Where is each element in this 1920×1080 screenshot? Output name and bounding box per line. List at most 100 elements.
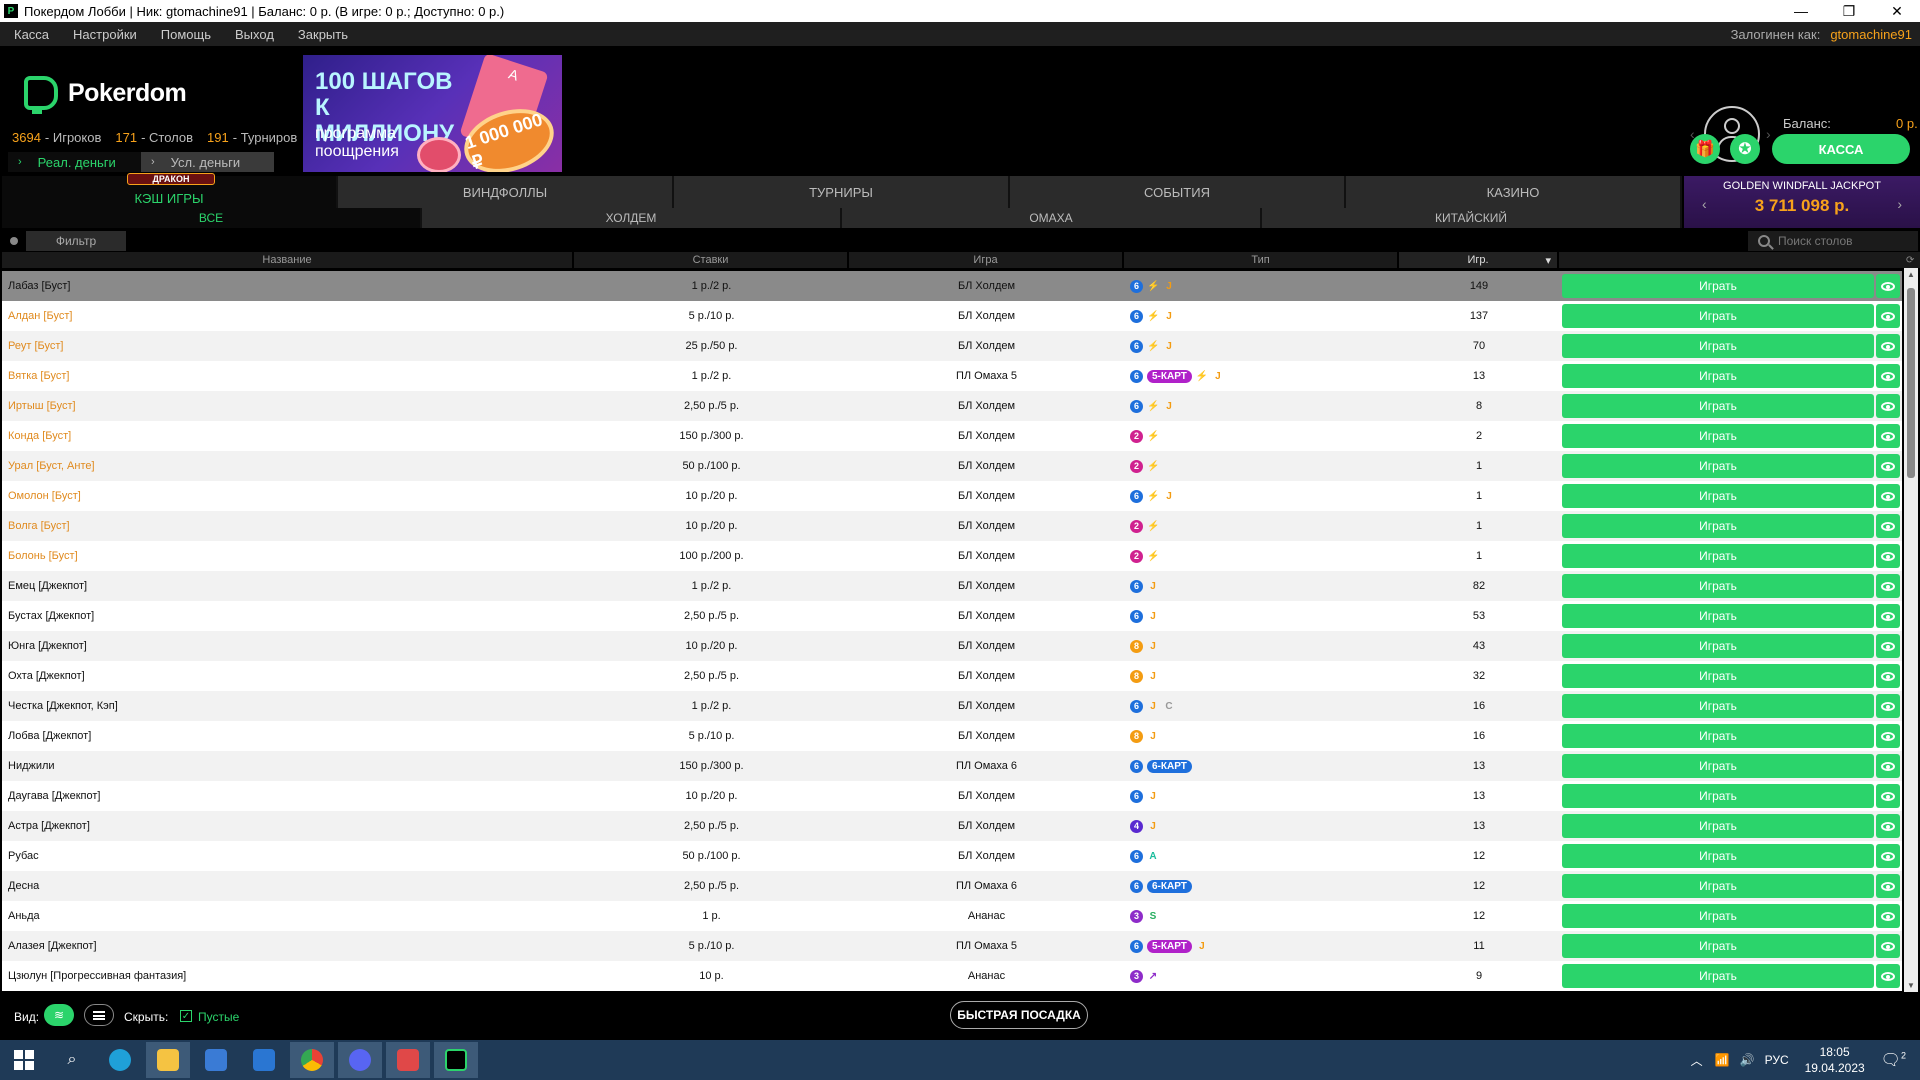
watch-button[interactable] bbox=[1876, 424, 1900, 448]
watch-button[interactable] bbox=[1876, 514, 1900, 538]
watch-button[interactable] bbox=[1876, 364, 1900, 388]
tab-cash-games[interactable]: ДРАКОН КЭШ ИГРЫ bbox=[2, 173, 338, 208]
play-button[interactable]: Играть bbox=[1562, 634, 1874, 658]
view-stack-button[interactable]: ≋ bbox=[44, 1004, 74, 1026]
play-button[interactable]: Играть bbox=[1562, 904, 1874, 928]
menu-item-help[interactable]: Помощь bbox=[161, 27, 211, 42]
menu-item-cashier[interactable]: Касса bbox=[14, 27, 49, 42]
volume-icon[interactable]: 🔊 bbox=[1740, 1053, 1755, 1067]
watch-button[interactable] bbox=[1876, 934, 1900, 958]
language-indicator[interactable]: РУС bbox=[1765, 1053, 1789, 1067]
table-row[interactable]: Лобва [Джекпот] 5 р./10 р. БЛ Холдем 8 J 16 Иг… bbox=[2, 721, 1902, 751]
menu-item-settings[interactable]: Настройки bbox=[73, 27, 137, 42]
table-row[interactable]: Десна 2,50 р./5 р. ПЛ Омаха 6 6 6-КАРТ 12 Игра… bbox=[2, 871, 1902, 901]
table-row[interactable]: Алдан [Буст] 5 р./10 р. БЛ Холдем 6 ⚡ J 137 Игр… bbox=[2, 301, 1902, 331]
tab-chinese[interactable]: КИТАЙСКИЙ bbox=[1262, 208, 1682, 228]
scroll-up-icon[interactable]: ▲ bbox=[1907, 270, 1915, 279]
table-row[interactable]: Ниджили 150 р./300 р. ПЛ Омаха 6 6 6-КАРТ 13 И… bbox=[2, 751, 1902, 781]
hide-empty-checkbox[interactable]: ✓ bbox=[180, 1010, 192, 1022]
jackpot-next-arrow[interactable]: › bbox=[1897, 196, 1902, 212]
play-button[interactable]: Играть bbox=[1562, 544, 1874, 568]
promo-banner[interactable]: 100 ШАГОВ К МИЛЛИОНУ программа поощрения… bbox=[303, 55, 562, 172]
tab-real-money[interactable]: › Реал. деньги bbox=[8, 152, 141, 172]
menu-item-close[interactable]: Закрыть bbox=[298, 27, 348, 42]
play-button[interactable]: Играть bbox=[1562, 934, 1874, 958]
watch-button[interactable] bbox=[1876, 484, 1900, 508]
start-button[interactable] bbox=[2, 1042, 46, 1078]
clock[interactable]: 18:05 19.04.2023 bbox=[1805, 1044, 1865, 1076]
play-button[interactable]: Играть bbox=[1562, 364, 1874, 388]
table-row[interactable]: Бустах [Джекпот] 2,50 р./5 р. БЛ Холдем 6 J 5… bbox=[2, 601, 1902, 631]
column-game[interactable]: Игра bbox=[849, 252, 1124, 268]
scroll-down-icon[interactable]: ▼ bbox=[1907, 981, 1915, 990]
tab-casino[interactable]: КАЗИНО bbox=[1346, 176, 1682, 208]
watch-button[interactable] bbox=[1876, 574, 1900, 598]
play-button[interactable]: Играть bbox=[1562, 574, 1874, 598]
close-window-button[interactable]: ✕ bbox=[1874, 0, 1920, 22]
table-row[interactable]: Алазея [Джекпот] 5 р./10 р. ПЛ Омаха 5 6 5-К… bbox=[2, 931, 1902, 961]
taskbar-pokerdom[interactable] bbox=[434, 1042, 478, 1078]
watch-button[interactable] bbox=[1876, 874, 1900, 898]
play-button[interactable]: Играть bbox=[1562, 664, 1874, 688]
chevron-up-icon[interactable]: ︿ bbox=[1691, 1052, 1703, 1069]
table-row[interactable]: Реут [Буст] 25 р./50 р. БЛ Холдем 6 ⚡ J 70 Игра… bbox=[2, 331, 1902, 361]
table-row[interactable]: Рубас 50 р./100 р. БЛ Холдем 6 A 12 Играть bbox=[2, 841, 1902, 871]
play-button[interactable]: Играть bbox=[1562, 844, 1874, 868]
watch-button[interactable] bbox=[1876, 694, 1900, 718]
watch-button[interactable] bbox=[1876, 844, 1900, 868]
tab-tournaments[interactable]: ТУРНИРЫ bbox=[674, 176, 1010, 208]
minimize-button[interactable]: — bbox=[1778, 0, 1824, 22]
watch-button[interactable] bbox=[1876, 544, 1900, 568]
watch-button[interactable] bbox=[1876, 274, 1900, 298]
table-row[interactable]: Вятка [Буст] 1 р./2 р. ПЛ Омаха 5 6 5-КАРТ ⚡ J… bbox=[2, 361, 1902, 391]
play-button[interactable]: Играть bbox=[1562, 604, 1874, 628]
taskbar-edge[interactable] bbox=[98, 1042, 142, 1078]
play-button[interactable]: Играть bbox=[1562, 814, 1874, 838]
watch-button[interactable] bbox=[1876, 754, 1900, 778]
menu-item-logout[interactable]: Выход bbox=[235, 27, 274, 42]
play-button[interactable]: Играть bbox=[1562, 394, 1874, 418]
cashier-button[interactable]: КАССА bbox=[1772, 134, 1910, 164]
column-players[interactable]: Игр. ▾ bbox=[1399, 252, 1559, 268]
refresh-icon[interactable]: ⟳ bbox=[1906, 252, 1920, 268]
play-button[interactable]: Играть bbox=[1562, 724, 1874, 748]
table-row[interactable]: Лабаз [Буст] 1 р./2 р. БЛ Холдем 6 ⚡ J 149 Игра… bbox=[2, 271, 1902, 301]
restore-button[interactable]: ❐ bbox=[1826, 0, 1872, 22]
table-row[interactable]: Даугава [Джекпот] 10 р./20 р. БЛ Холдем 6 J 1… bbox=[2, 781, 1902, 811]
table-scrollbar[interactable]: ▲ ▼ bbox=[1904, 268, 1918, 992]
taskbar-search-button[interactable]: ⌕ bbox=[50, 1042, 94, 1078]
watch-button[interactable] bbox=[1876, 784, 1900, 808]
watch-button[interactable] bbox=[1876, 604, 1900, 628]
avatar-next-arrow[interactable]: › bbox=[1766, 126, 1771, 142]
notifications-icon[interactable]: 🗨2 bbox=[1881, 1050, 1906, 1070]
table-row[interactable]: Юнга [Джекпот] 10 р./20 р. БЛ Холдем 8 J 43 Иг… bbox=[2, 631, 1902, 661]
play-button[interactable]: Играть bbox=[1562, 874, 1874, 898]
column-stakes[interactable]: Ставки bbox=[574, 252, 849, 268]
column-name[interactable]: Название bbox=[2, 252, 574, 268]
taskbar-video-app[interactable] bbox=[386, 1042, 430, 1078]
column-type[interactable]: Тип bbox=[1124, 252, 1399, 268]
play-button[interactable]: Играть bbox=[1562, 274, 1874, 298]
watch-button[interactable] bbox=[1876, 394, 1900, 418]
table-row[interactable]: Болонь [Буст] 100 р./200 р. БЛ Холдем 2 ⚡ 1 Иг… bbox=[2, 541, 1902, 571]
table-row[interactable]: Охта [Джекпот] 2,50 р./5 р. БЛ Холдем 8 J 32 И… bbox=[2, 661, 1902, 691]
play-button[interactable]: Играть bbox=[1562, 964, 1874, 988]
watch-button[interactable] bbox=[1876, 334, 1900, 358]
taskbar-mail[interactable] bbox=[242, 1042, 286, 1078]
tab-events[interactable]: СОБЫТИЯ bbox=[1010, 176, 1346, 208]
table-row[interactable]: Аньда 1 р. Ананас 3 S 12 Играть bbox=[2, 901, 1902, 931]
bonus-button[interactable]: ✪ bbox=[1730, 134, 1760, 164]
table-row[interactable]: Честка [Джекпот, Кэп] 1 р./2 р. БЛ Холдем 6… bbox=[2, 691, 1902, 721]
table-row[interactable]: Омолон [Буст] 10 р./20 р. БЛ Холдем 6 ⚡ J 1 Игр… bbox=[2, 481, 1902, 511]
play-button[interactable]: Играть bbox=[1562, 334, 1874, 358]
taskbar-explorer[interactable] bbox=[146, 1042, 190, 1078]
play-button[interactable]: Играть bbox=[1562, 784, 1874, 808]
jackpot-panel[interactable]: ‹ GOLDEN WINDFALL JACKPOT 3 711 098 р. › bbox=[1684, 176, 1920, 228]
filter-button[interactable]: Фильтр bbox=[26, 231, 126, 251]
tab-windfalls[interactable]: ВИНДФОЛЛЫ bbox=[338, 176, 674, 208]
watch-button[interactable] bbox=[1876, 454, 1900, 478]
play-button[interactable]: Играть bbox=[1562, 304, 1874, 328]
tab-holdem[interactable]: ХОЛДЕМ bbox=[422, 208, 842, 228]
watch-button[interactable] bbox=[1876, 724, 1900, 748]
network-icon[interactable]: 📶 bbox=[1715, 1053, 1730, 1067]
